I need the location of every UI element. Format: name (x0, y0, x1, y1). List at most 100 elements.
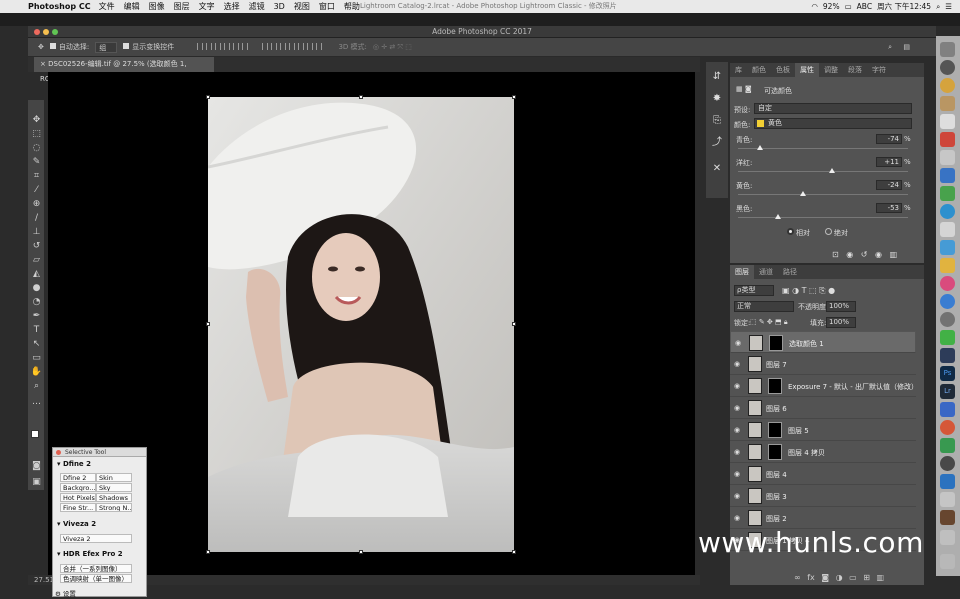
layer-row[interactable]: ◉ 图层 4 拷贝 (730, 441, 916, 463)
layer-filter-dropdown[interactable]: ρ类型 (734, 285, 774, 296)
trash-icon[interactable]: ▥ (890, 250, 898, 259)
fx-icon[interactable]: fx (807, 573, 815, 582)
appstore-dock-icon[interactable] (940, 240, 955, 255)
downloads-dock-icon[interactable] (940, 530, 955, 545)
adjustment-icon[interactable]: ◑ (836, 573, 843, 582)
align-right-icon[interactable] (242, 42, 249, 50)
wifi-icon[interactable]: ◠ (811, 2, 818, 11)
pen-tool-icon[interactable]: ✒ (30, 310, 43, 322)
colors-dropdown[interactable]: 黄色 (754, 118, 912, 129)
dfine-button[interactable]: Dfine 2 (60, 473, 96, 482)
photo-image[interactable] (208, 97, 514, 552)
clip-to-layer-icon[interactable]: ⊡ (832, 250, 839, 259)
layer-mask-thumbnail[interactable] (768, 444, 782, 460)
slider-thumb[interactable] (829, 168, 836, 173)
blur-tool-icon[interactable]: ● (30, 282, 43, 294)
tab-channels[interactable]: 通道 (754, 265, 778, 279)
launchpad-dock-icon[interactable] (940, 60, 955, 75)
search-icon[interactable]: ⌕ (888, 43, 892, 52)
camera-dock-icon[interactable] (940, 456, 955, 471)
slider-track[interactable] (738, 168, 908, 173)
move-tool-icon[interactable]: ✥ (38, 43, 44, 51)
visibility-eye-icon[interactable]: ◉ (734, 426, 742, 434)
tab-layers[interactable]: 图层 (730, 265, 754, 279)
tab-character[interactable]: 字符 (867, 63, 891, 77)
finder-dock-icon[interactable] (940, 42, 955, 57)
preview-dock-icon[interactable] (940, 150, 955, 165)
visibility-eye-icon[interactable]: ◉ (735, 339, 743, 347)
quick-mask-icon[interactable]: ◙ (30, 460, 43, 472)
visibility-eye-icon[interactable]: ◉ (734, 360, 742, 368)
bird-app-dock-icon[interactable] (940, 402, 955, 417)
eraser-tool-icon[interactable]: ▱ (30, 254, 43, 266)
slider-track[interactable] (738, 214, 908, 219)
visibility-eye-icon[interactable]: ◉ (734, 492, 742, 500)
view-previous-icon[interactable]: ◉ (846, 250, 853, 259)
play-dock-icon[interactable] (940, 438, 955, 453)
messages-dock-icon[interactable] (940, 186, 955, 201)
close-button[interactable] (34, 29, 40, 35)
menu-window[interactable]: 窗口 (319, 1, 335, 12)
document-tab[interactable]: × DSC02526-编辑.tif @ 27.5% (选取颜色 1, RGB/1… (34, 57, 214, 83)
foreground-color-swatch[interactable] (31, 430, 39, 438)
tab-paths[interactable]: 路径 (778, 265, 802, 279)
delete-layer-icon[interactable]: ▥ (877, 573, 885, 582)
zoom-button[interactable] (52, 29, 58, 35)
add-mask-icon[interactable]: ◙ (821, 573, 829, 582)
distribute-vcenter-icon[interactable] (271, 42, 278, 50)
strong-noise-button[interactable]: Strong N... (96, 503, 132, 512)
auto-align-icon[interactable] (316, 42, 323, 50)
photo-booth-dock-icon[interactable] (940, 132, 955, 147)
layer-row[interactable]: ◉ 图层 3 (730, 485, 916, 507)
menu-help[interactable]: 帮助 (344, 1, 360, 12)
tab-swatches[interactable]: 色板 (771, 63, 795, 77)
menu-type[interactable]: 文字 (199, 1, 215, 12)
folder-dock-icon[interactable] (940, 510, 955, 525)
app-dock-icon[interactable] (940, 420, 955, 435)
transform-handle[interactable] (206, 322, 210, 326)
shape-tool-icon[interactable]: ▭ (30, 352, 43, 364)
visibility-icon[interactable]: ◉ (875, 250, 882, 259)
transform-handle[interactable] (206, 550, 210, 554)
layer-row[interactable]: ◉ Exposure 7 - 默认 - 出厂默认值（修改） (730, 375, 918, 397)
layer-mask-thumbnail[interactable] (768, 378, 782, 394)
type-tool-icon[interactable]: T (30, 324, 43, 336)
selective-tool-header[interactable]: Selective Tool (53, 448, 146, 457)
blend-mode-dropdown[interactable]: 正常 (734, 301, 794, 312)
close-tab-icon[interactable]: × (40, 60, 46, 68)
menu-file[interactable]: 文件 (99, 1, 115, 12)
radio-absolute[interactable]: 绝对 (825, 228, 848, 238)
tools-x-icon[interactable]: ✕ (710, 162, 724, 176)
search-icon[interactable]: ⌕ (936, 2, 940, 12)
transform-handle[interactable] (512, 95, 516, 99)
slider-thumb[interactable] (774, 214, 781, 219)
move-tool-icon[interactable]: ✥ (30, 114, 43, 126)
lightroom-dock-icon[interactable]: Lr (940, 384, 955, 399)
cloud-dock-icon[interactable] (940, 474, 955, 489)
show-transform-checkbox[interactable]: 显示变换控件 (123, 42, 174, 52)
hdr-tonemap-button[interactable]: 色调映射（单一图像） (60, 574, 132, 583)
distribute-hcenter-icon[interactable] (298, 42, 305, 50)
layer-mask-thumbnail[interactable] (769, 335, 783, 351)
appstore2-dock-icon[interactable] (940, 294, 955, 309)
trash-dock-icon[interactable] (940, 554, 955, 569)
close-icon[interactable] (56, 450, 61, 455)
shadows-button[interactable]: Shadows (96, 493, 132, 502)
layer-row[interactable]: ◉ 图层 6 (730, 397, 916, 419)
healing-tool-icon[interactable]: ⊕ (30, 198, 43, 210)
sky-button[interactable]: Sky (96, 483, 132, 492)
visibility-eye-icon[interactable]: ◉ (734, 448, 742, 456)
visibility-eye-icon[interactable]: ◉ (734, 404, 742, 412)
slider-track[interactable] (738, 145, 908, 150)
align-top-icon[interactable] (197, 42, 204, 50)
zoom-tool-icon[interactable]: ⌕ (30, 380, 43, 392)
battery-level[interactable]: 92% (823, 2, 840, 11)
slider-thumb[interactable] (799, 191, 806, 196)
layer-row[interactable]: ◉ 选取颜色 1 (730, 331, 916, 353)
tab-library[interactable]: 库 (730, 63, 747, 77)
distribute-bottom-icon[interactable] (280, 42, 287, 50)
clone-source-icon[interactable]: ⎘ (710, 114, 724, 128)
photoshop-dock-icon[interactable]: Ps (940, 366, 955, 381)
tab-adjustments[interactable]: 调整 (819, 63, 843, 77)
align-bottom-icon[interactable] (215, 42, 222, 50)
